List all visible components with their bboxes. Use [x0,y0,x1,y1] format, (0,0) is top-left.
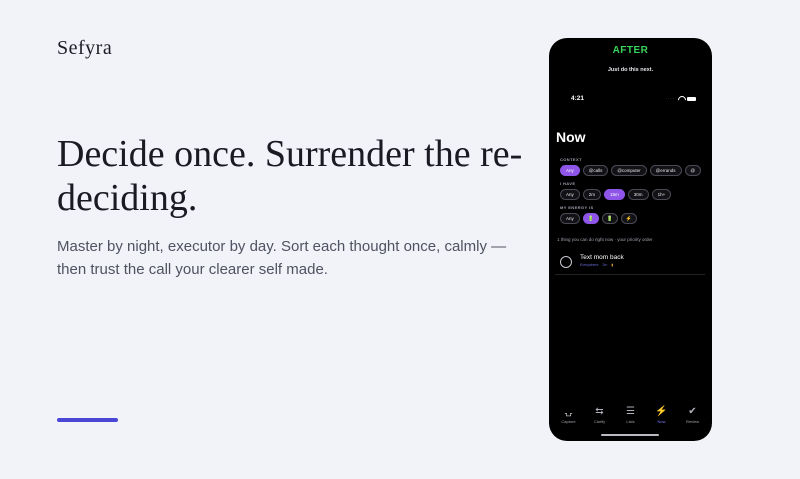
context-chips: Any @calls @computer @errands @ [560,165,702,176]
tab-now[interactable]: ⚡ Now [648,406,676,424]
list-icon: ☰ [626,406,635,417]
task-title: Text mom back [580,254,624,261]
after-banner: AFTER [612,45,649,56]
task-row[interactable]: Text mom back Everywhere 2m ▮ [555,249,705,275]
chip-energy-medium-icon[interactable]: 🔋 [601,213,618,224]
screen-title: Now [556,129,586,145]
tab-capture[interactable]: ⍽ Capture [555,406,583,424]
energy-chips: Any 🔋 🔋 ⚡ [560,213,637,224]
task-meta: Everywhere 2m ▮ [580,263,613,267]
chip-context-any[interactable]: Any [560,165,580,176]
brand-logo: Sefyra [57,37,113,59]
chip-time-30m[interactable]: 30m [627,189,649,200]
context-label: CONTEXT [560,157,582,162]
task-context: Everywhere [580,263,599,267]
tab-clarify-label: Clarify [593,419,606,424]
chip-time-any[interactable]: Any [560,189,580,200]
tab-clarify[interactable]: ⇆ Clarify [586,406,614,424]
hero-subtitle: Master by night, executor by day. Sort e… [57,238,507,278]
hero-headline: Decide once. Surrender the re-deciding. [57,133,523,219]
energy-battery-icon: ▮ [611,263,614,267]
chip-context-errands[interactable]: @errands [649,165,682,176]
home-indicator [601,434,659,436]
chip-context-computer[interactable]: @computer [611,165,647,176]
tab-review[interactable]: ✔ Review [679,406,707,424]
tab-lists-label: Lists [626,419,635,424]
time-chips: Any 2m 15m 30m 1h+ [560,189,672,200]
chip-time-1h[interactable]: 1h+ [651,189,672,200]
time-label: I HAVE [560,181,576,186]
chip-context-calls[interactable]: @calls [582,165,609,176]
tab-review-label: Review [685,419,700,424]
tab-now-label: Now [657,419,666,424]
chip-context-more[interactable]: @ [684,165,702,176]
recommendation-label: 1 thing you can do right now · your prio… [557,237,653,242]
chip-energy-low-icon[interactable]: 🔋 [582,213,599,224]
chip-energy-high-icon[interactable]: ⚡ [620,213,637,224]
task-duration: 2m [602,263,608,267]
phone-mockup: AFTER Just do this next. 4:21 ···· Now C… [549,38,712,441]
status-icons: ···· [666,96,696,101]
arrows-icon: ⇆ [595,406,604,417]
energy-label: MY ENERGY IS [560,205,594,210]
tagline: Just do this next. [607,67,654,73]
status-time: 4:21 [571,95,585,102]
chip-time-2m[interactable]: 2m [582,189,602,200]
wifi-icon [678,96,684,101]
tab-capture-label: Capture [561,419,576,424]
accent-bar [57,418,118,422]
battery-icon [687,96,696,101]
check-circle-icon: ✔ [688,406,697,417]
inbox-icon: ⍽ [564,406,573,417]
chip-energy-any[interactable]: Any [560,213,580,224]
signal-icon: ···· [665,96,675,101]
chip-time-15m[interactable]: 15m [604,189,625,200]
bolt-icon: ⚡ [655,406,668,417]
tab-bar: ⍽ Capture ⇆ Clarify ☰ Lists ⚡ Now ✔ Revi… [549,406,712,424]
tab-lists[interactable]: ☰ Lists [617,406,645,424]
task-checkbox[interactable] [560,256,572,268]
